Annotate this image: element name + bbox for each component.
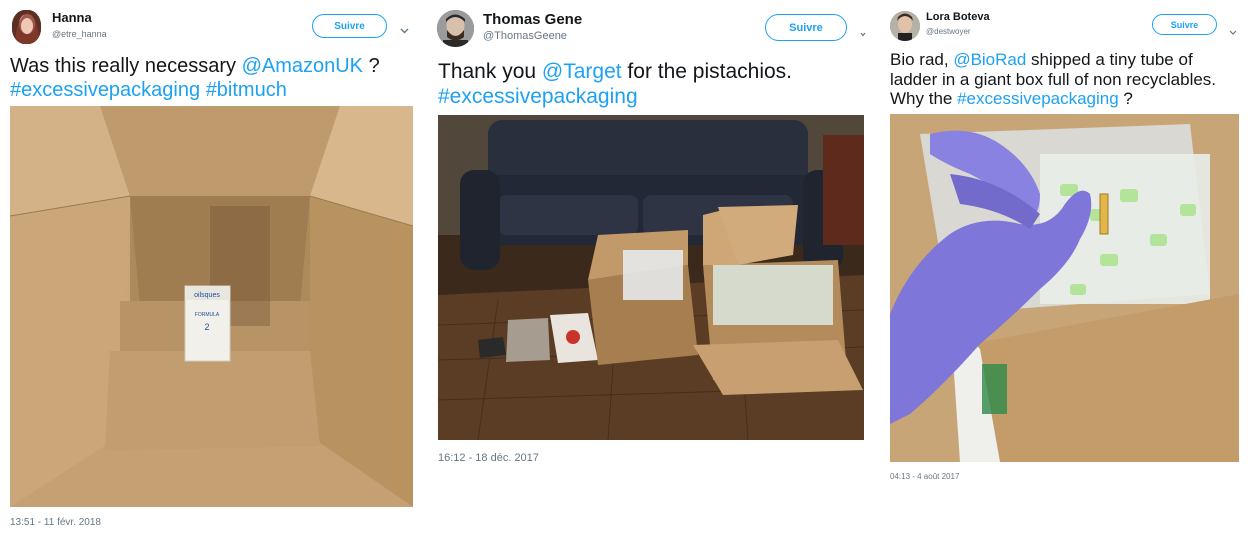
follow-button[interactable]: Suivre (312, 14, 387, 38)
tweet-card-thomas: Thomas Gene @ThomasGeene Suivre Thank yo… (426, 0, 872, 543)
author-name[interactable]: Lora Boteva (926, 11, 990, 23)
text-segment: shipped a tiny tube of (1026, 50, 1193, 69)
follow-button[interactable]: Suivre (765, 14, 847, 41)
tweet-text-line-2: #excessivepackaging (438, 84, 792, 109)
tweet-card-lora: Lora Boteva @destwoyer Suivre Bio rad, @… (880, 0, 1253, 543)
mention-link[interactable]: @BioRad (953, 50, 1026, 69)
mention-link[interactable]: @Target (542, 60, 622, 83)
tweet-text-line-3: Why the #excessivepackaging ? (890, 89, 1216, 109)
text-segment: ? (1118, 89, 1133, 108)
tweet-text-line-2: #excessivepackaging #bitmuch (10, 78, 380, 102)
chevron-down-icon[interactable] (1229, 22, 1237, 40)
product-sub: FORMULA (195, 312, 220, 318)
text-segment: Why the (890, 89, 958, 108)
timestamp[interactable]: 04:13 - 4 août 2017 (890, 472, 959, 481)
author-name[interactable]: Thomas Gene (483, 11, 582, 28)
text-segment: Thank you (438, 60, 542, 83)
tweet-photo[interactable] (890, 114, 1239, 462)
hashtag-link[interactable]: #excessivepackaging (957, 89, 1119, 108)
tweet-text: Was this really necessary @AmazonUK ? #e… (10, 54, 380, 102)
avatar[interactable] (437, 10, 474, 47)
hashtag-link[interactable]: #bitmuch (206, 79, 287, 101)
product-box: oilsques FORMULA 2 (184, 285, 231, 362)
text-segment: Was this really necessary (10, 55, 242, 77)
avatar-image (890, 11, 920, 41)
author-handle[interactable]: @etre_hanna (52, 29, 107, 39)
author-handle[interactable]: @ThomasGeene (483, 30, 567, 42)
product-brand: oilsques (194, 292, 220, 299)
avatar[interactable] (12, 10, 41, 44)
avatar-image (437, 10, 474, 47)
tweet-text-line-2: ladder in a giant box full of non recycl… (890, 69, 1217, 89)
tweet-photo[interactable]: oilsques FORMULA 2 (10, 106, 413, 507)
text-segment: for the pistachios. (621, 60, 793, 83)
author-handle[interactable]: @destwoyer (926, 27, 971, 36)
author-name[interactable]: Hanna (52, 10, 92, 25)
hashtag-link[interactable]: #excessivepackaging (10, 79, 200, 101)
tweet-text-line-1: Was this really necessary @AmazonUK ? (10, 54, 380, 78)
tweet-text: Thank you @Target for the pistachios. #e… (438, 59, 792, 109)
tweet-photo[interactable] (438, 115, 864, 440)
mention-link[interactable]: @AmazonUK (242, 55, 363, 77)
gloved-hand-box-image (890, 114, 1239, 462)
timestamp[interactable]: 16:12 - 18 déc. 2017 (438, 452, 539, 464)
text-segment: Bio rad, (890, 50, 954, 69)
cardboard-box-image: oilsques FORMULA 2 (10, 106, 413, 507)
avatar[interactable] (890, 11, 920, 41)
tweet-text-line-1: Thank you @Target for the pistachios. (438, 59, 792, 84)
chevron-down-icon[interactable] (860, 24, 866, 42)
avatar-image (12, 10, 41, 44)
timestamp[interactable]: 13:51 - 11 févr. 2018 (10, 517, 101, 528)
chevron-down-icon[interactable] (400, 21, 409, 39)
couch-and-boxes-image (438, 115, 864, 440)
product-num: 2 (204, 322, 209, 332)
tweet-text-line-1: Bio rad, @BioRad shipped a tiny tube of (890, 50, 1216, 70)
hashtag-link[interactable]: #excessivepackaging (438, 85, 638, 108)
text-segment: ? (363, 55, 380, 77)
follow-button[interactable]: Suivre (1152, 14, 1217, 35)
tweet-text: Bio rad, @BioRad shipped a tiny tube of … (890, 50, 1216, 109)
tweet-card-hanna: Hanna @etre_hanna Suivre Was this really… (0, 0, 420, 543)
